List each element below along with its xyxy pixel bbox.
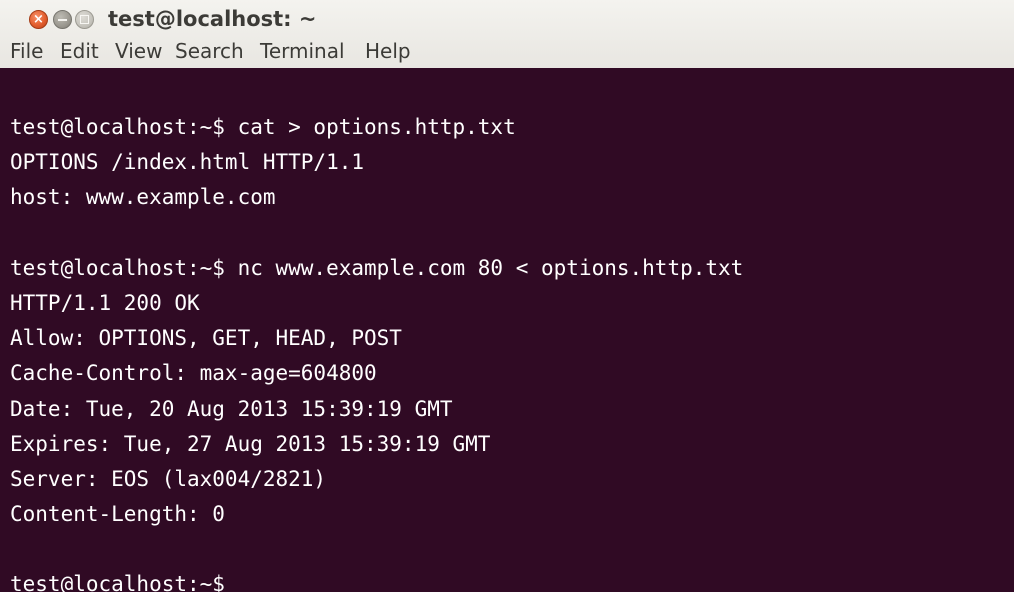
menu-view[interactable]: View [115, 37, 162, 65]
close-button[interactable]: × [29, 10, 48, 29]
window-title: test@localhost: ~ [108, 7, 317, 31]
terminal-line: test@localhost:~$ cat > options.http.txt [10, 115, 516, 139]
title-row: × test@localhost: ~ [0, 0, 1014, 37]
menu-edit[interactable]: Edit [60, 37, 99, 65]
terminal-prompt: test@localhost:~$ [10, 572, 225, 592]
terminal-line: OPTIONS /index.html HTTP/1.1 [10, 150, 365, 175]
terminal-line: HTTP/1.1 200 OK [10, 290, 200, 315]
terminal-window: × test@localhost: ~ File Edit View Searc… [0, 0, 1014, 592]
terminal-line: Server: EOS (lax004/2821) [10, 466, 327, 491]
menu-file[interactable]: File [10, 37, 43, 65]
terminal-line: Allow: OPTIONS, GET, HEAD, POST [10, 326, 402, 351]
terminal-line: Cache-Control: max-age=604800 [10, 361, 377, 386]
menu-help[interactable]: Help [365, 37, 411, 65]
terminal-lines: test@localhost:~$ cat > options.http.txt… [10, 110, 743, 592]
maximize-icon [80, 15, 89, 24]
terminal-line: Content-Length: 0 [10, 502, 225, 527]
terminal-line: test@localhost:~$ nc www.example.com 80 … [10, 255, 744, 280]
minimize-button[interactable] [53, 10, 72, 29]
terminal-line: host: www.example.com [10, 185, 276, 210]
menu-terminal[interactable]: Terminal [260, 37, 345, 65]
close-icon: × [33, 12, 44, 27]
menubar: File Edit View Search Terminal Help [0, 37, 1014, 76]
minimize-icon [58, 19, 67, 21]
terminal-line: Expires: Tue, 27 Aug 2013 15:39:19 GMT [10, 431, 491, 456]
menu-search[interactable]: Search [175, 37, 244, 65]
terminal-output[interactable]: test@localhost:~$ cat > options.http.txt… [0, 107, 1014, 592]
titlebar: × test@localhost: ~ File Edit View Searc… [0, 0, 1014, 68]
maximize-button[interactable] [75, 10, 94, 29]
terminal-line: Date: Tue, 20 Aug 2013 15:39:19 GMT [10, 396, 453, 421]
